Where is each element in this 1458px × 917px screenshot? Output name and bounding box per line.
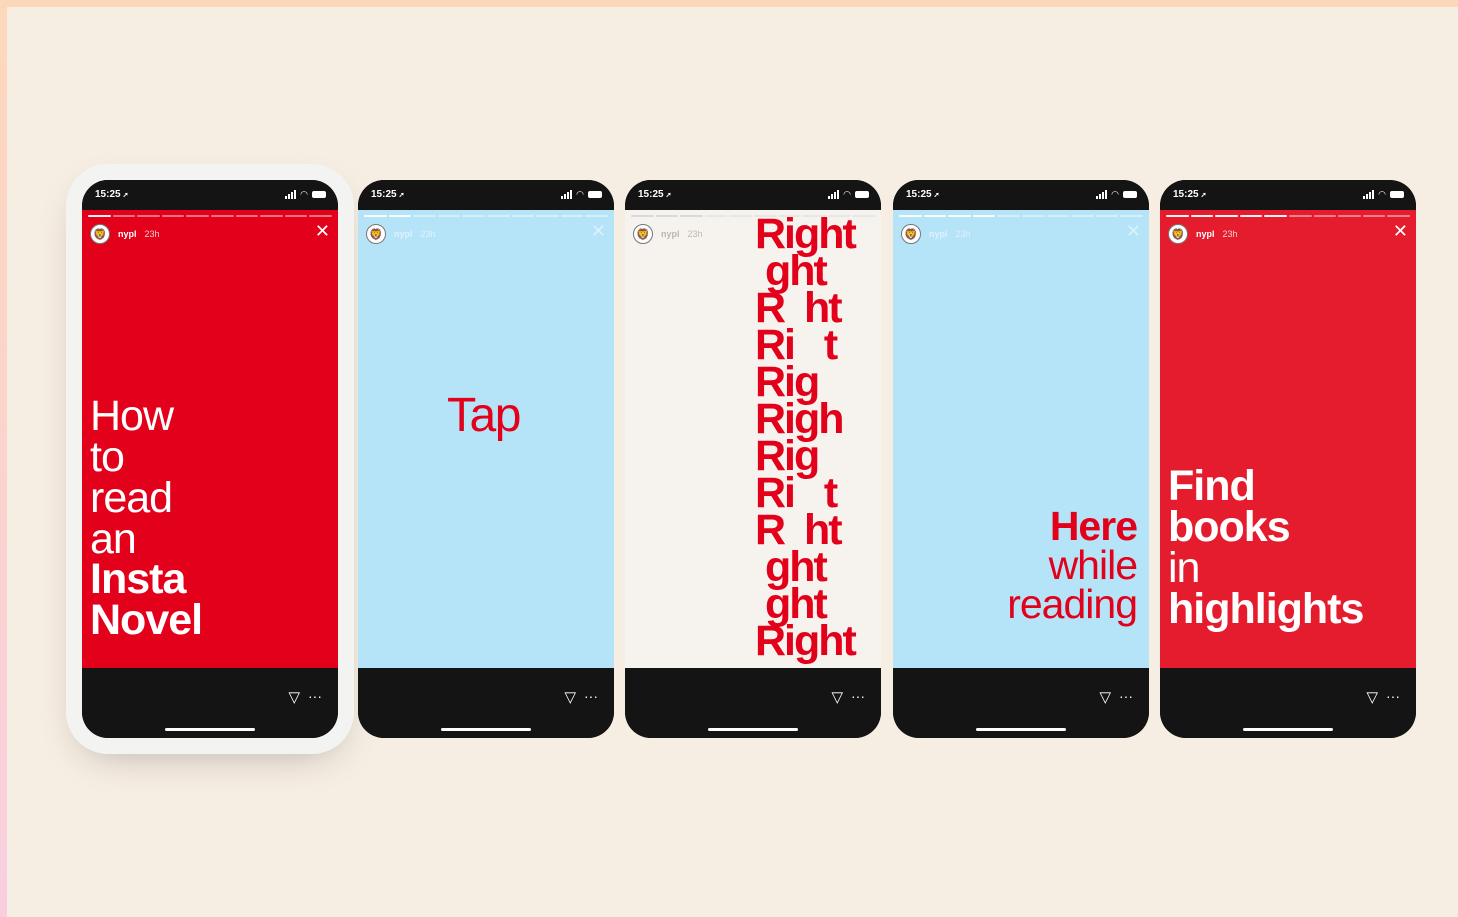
- story-progress: [88, 215, 332, 217]
- more-icon[interactable]: ···: [1386, 688, 1400, 704]
- lion-logo-icon[interactable]: 🦁: [633, 224, 653, 244]
- home-indicator[interactable]: [708, 728, 798, 731]
- close-icon[interactable]: ✕: [1393, 222, 1408, 240]
- signal-icon: [828, 190, 840, 199]
- post-age: 23h: [420, 229, 436, 239]
- battery-icon: [855, 191, 869, 198]
- username[interactable]: nypl: [118, 229, 137, 239]
- signal-icon: [1096, 190, 1108, 199]
- story-footer: ▽ ···: [358, 668, 614, 738]
- close-icon[interactable]: ✕: [315, 222, 330, 240]
- story-progress: [1166, 215, 1410, 217]
- username[interactable]: nypl: [661, 229, 680, 239]
- home-indicator[interactable]: [976, 728, 1066, 731]
- phone-story-5: 15:25 ➚ ◠ 🦁 nypl 23h ✕ Find books in high…: [1160, 180, 1416, 738]
- story-screen[interactable]: 🦁 nypl 23h ✕ How to read an Insta Novel: [82, 210, 338, 668]
- status-icons: ◠: [1096, 189, 1137, 200]
- username[interactable]: nypl: [929, 229, 948, 239]
- send-icon[interactable]: ▽: [288, 688, 300, 706]
- page-border-top: [0, 0, 1458, 7]
- lion-logo-icon[interactable]: 🦁: [90, 224, 110, 244]
- location-arrow-icon: ➚: [122, 192, 129, 199]
- signal-icon: [285, 190, 297, 199]
- story-footer: ▽ ···: [625, 668, 881, 738]
- more-icon[interactable]: ···: [851, 688, 865, 704]
- phone-story-2: 15:25 ➚ ◠ 🦁 nypl 23h ✕ Tap ▽ ···: [358, 180, 614, 738]
- send-icon[interactable]: ▽: [1366, 688, 1378, 706]
- status-icons: ◠: [561, 189, 602, 200]
- wifi-icon: ◠: [843, 189, 851, 199]
- status-time: 15:25 ➚: [95, 189, 129, 200]
- story-header[interactable]: 🦁 nypl 23h: [90, 224, 160, 244]
- story-text: Tap: [447, 389, 521, 442]
- story-progress: [364, 215, 608, 217]
- wifi-icon: ◠: [576, 189, 584, 199]
- phone-story-1: 15:25 ➚ ◠ 🦁 nypl 23h ✕ How to read an Ins…: [82, 180, 338, 738]
- wifi-icon: ◠: [1111, 189, 1119, 199]
- post-age: 23h: [1222, 229, 1238, 239]
- battery-icon: [1390, 191, 1404, 198]
- more-icon[interactable]: ···: [584, 688, 598, 704]
- send-icon[interactable]: ▽: [564, 688, 576, 706]
- status-time: 15:25 ➚: [906, 189, 940, 200]
- status-time: 15:25 ➚: [371, 189, 405, 200]
- wifi-icon: ◠: [1378, 189, 1386, 199]
- story-text: Right ght R ht Ri t Rig Righ Rig Ri tR ht ght …: [755, 210, 857, 665]
- post-age: 23h: [955, 229, 971, 239]
- story-screen[interactable]: 🦁 nypl 23h ✕ Here while reading: [893, 210, 1149, 668]
- home-indicator[interactable]: [441, 728, 531, 731]
- story-header[interactable]: 🦁 nypl 23h: [633, 224, 703, 244]
- home-indicator[interactable]: [165, 728, 255, 731]
- username[interactable]: nypl: [394, 229, 413, 239]
- send-icon[interactable]: ▽: [1099, 688, 1111, 706]
- signal-icon: [1363, 190, 1375, 199]
- send-icon[interactable]: ▽: [831, 688, 843, 706]
- story-progress: [631, 215, 875, 217]
- status-time: 15:25 ➚: [1173, 189, 1207, 200]
- status-icons: ◠: [828, 189, 869, 200]
- lion-logo-icon[interactable]: 🦁: [366, 224, 386, 244]
- phone-story-3: 15:25 ➚ ◠ 🦁 nypl 23h Right ght R ht Ri t Rig…: [625, 180, 881, 738]
- story-text: Find books in highlights: [1168, 462, 1364, 633]
- story-header[interactable]: 🦁 nypl 23h: [366, 224, 436, 244]
- page-border-left: [0, 0, 7, 917]
- status-icons: ◠: [1363, 189, 1404, 200]
- battery-icon: [1123, 191, 1137, 198]
- post-age: 23h: [144, 229, 160, 239]
- battery-icon: [588, 191, 602, 198]
- story-screen[interactable]: 🦁 nypl 23h Right ght R ht Ri t Rig Righ Rig Ri…: [625, 210, 881, 668]
- home-indicator[interactable]: [1243, 728, 1333, 731]
- story-screen[interactable]: 🦁 nypl 23h ✕ Tap: [358, 210, 614, 668]
- location-arrow-icon: ➚: [665, 192, 672, 199]
- story-footer: ▽ ···: [82, 668, 338, 738]
- more-icon[interactable]: ···: [308, 688, 322, 704]
- story-screen[interactable]: 🦁 nypl 23h ✕ Find books in highlights: [1160, 210, 1416, 668]
- lion-logo-icon[interactable]: 🦁: [901, 224, 921, 244]
- wifi-icon: ◠: [300, 189, 308, 199]
- status-icons: ◠: [285, 189, 326, 200]
- story-footer: ▽ ···: [1160, 668, 1416, 738]
- story-header[interactable]: 🦁 nypl 23h: [901, 224, 971, 244]
- story-text: How to read an Insta Novel: [90, 392, 203, 645]
- story-text: Here while reading: [1007, 503, 1138, 627]
- signal-icon: [561, 190, 573, 199]
- lion-logo-icon[interactable]: 🦁: [1168, 224, 1188, 244]
- close-icon[interactable]: ✕: [1126, 222, 1141, 240]
- location-arrow-icon: ➚: [1200, 192, 1207, 199]
- close-icon[interactable]: ✕: [591, 222, 606, 240]
- post-age: 23h: [687, 229, 703, 239]
- battery-icon: [312, 191, 326, 198]
- phone-story-4: 15:25 ➚ ◠ 🦁 nypl 23h ✕ Here while reading…: [893, 180, 1149, 738]
- location-arrow-icon: ➚: [398, 192, 405, 199]
- story-progress: [899, 215, 1143, 217]
- story-footer: ▽ ···: [893, 668, 1149, 738]
- story-header[interactable]: 🦁 nypl 23h: [1168, 224, 1238, 244]
- location-arrow-icon: ➚: [933, 192, 940, 199]
- status-time: 15:25 ➚: [638, 189, 672, 200]
- more-icon[interactable]: ···: [1119, 688, 1133, 704]
- username[interactable]: nypl: [1196, 229, 1215, 239]
